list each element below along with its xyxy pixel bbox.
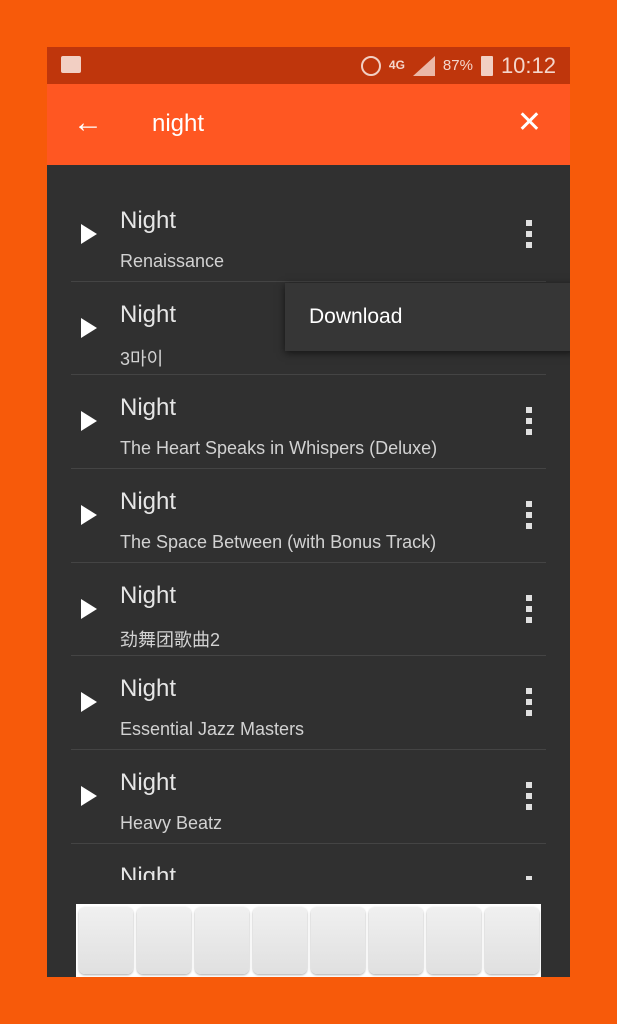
search-app-bar: ← night ✕ bbox=[47, 84, 570, 165]
list-item[interactable]: Night Essential Jazz Masters bbox=[71, 656, 546, 751]
song-title: Night bbox=[120, 300, 177, 328]
clock: 10:12 bbox=[500, 52, 556, 78]
phone-screen: 4G 87% 10:12 ← night ✕ Night Renaissance… bbox=[47, 47, 570, 977]
song-title: Night bbox=[120, 394, 177, 422]
more-vert-icon[interactable] bbox=[526, 501, 532, 530]
close-icon[interactable]: ✕ bbox=[517, 106, 542, 140]
more-vert-icon[interactable] bbox=[526, 220, 532, 248]
song-title: Night bbox=[120, 581, 177, 609]
play-icon[interactable] bbox=[81, 505, 97, 526]
network-type: 4G bbox=[388, 58, 405, 72]
key-strip bbox=[76, 904, 541, 977]
list-item[interactable]: Night Renaissance bbox=[71, 188, 546, 282]
play-icon[interactable] bbox=[81, 224, 97, 244]
status-bar: 4G 87% 10:12 bbox=[47, 47, 570, 84]
album-name: 3마이 bbox=[120, 348, 164, 369]
play-icon[interactable] bbox=[81, 411, 97, 432]
key[interactable] bbox=[311, 907, 365, 974]
song-title: Night bbox=[120, 207, 177, 234]
album-name: 劲舞团歌曲2 bbox=[120, 629, 221, 650]
list-item[interactable]: Night The Space Between (with Bonus Trac… bbox=[71, 469, 546, 563]
key[interactable] bbox=[79, 907, 133, 974]
shopping-bag-icon bbox=[61, 56, 81, 73]
key[interactable] bbox=[369, 907, 423, 974]
more-vert-icon[interactable] bbox=[526, 407, 532, 436]
song-title: Night bbox=[120, 488, 177, 516]
battery-percent: 87% bbox=[442, 57, 473, 74]
alarm-icon bbox=[360, 55, 381, 76]
album-name: Heavy Beatz bbox=[120, 813, 223, 834]
more-vert-icon[interactable] bbox=[526, 782, 532, 811]
play-icon[interactable] bbox=[81, 692, 97, 713]
list-item[interactable]: Night Heavy Beatz bbox=[71, 750, 546, 844]
key[interactable] bbox=[485, 907, 539, 974]
key[interactable] bbox=[195, 907, 249, 974]
key[interactable] bbox=[137, 907, 191, 974]
play-icon[interactable] bbox=[81, 317, 97, 338]
song-title: Night bbox=[120, 769, 177, 797]
menu-item-download[interactable]: Download bbox=[309, 305, 551, 329]
battery-icon bbox=[480, 55, 493, 76]
list-item[interactable]: Night The Heart Speaks in Whispers (Delu… bbox=[71, 375, 546, 470]
more-vert-icon[interactable] bbox=[526, 875, 532, 880]
signal-icon bbox=[412, 55, 435, 76]
album-name: The Space Between (with Bonus Track) bbox=[120, 532, 437, 553]
play-icon[interactable] bbox=[81, 598, 97, 619]
key[interactable] bbox=[427, 907, 481, 974]
more-vert-icon[interactable] bbox=[526, 594, 532, 623]
album-name: Renaissance bbox=[120, 251, 225, 271]
song-title: Night bbox=[120, 862, 177, 880]
list-item[interactable]: Night bbox=[71, 844, 546, 880]
arrow-left-icon[interactable]: ← bbox=[73, 106, 103, 140]
play-icon[interactable] bbox=[81, 786, 97, 807]
search-input[interactable]: night bbox=[152, 110, 204, 138]
overflow-menu: Download bbox=[285, 283, 570, 351]
list-item[interactable]: Night 劲舞团歌曲2 bbox=[71, 563, 546, 657]
more-vert-icon[interactable] bbox=[526, 688, 532, 717]
song-title: Night bbox=[120, 675, 177, 703]
album-name: The Heart Speaks in Whispers (Deluxe) bbox=[120, 438, 438, 459]
album-name: Essential Jazz Masters bbox=[120, 719, 305, 740]
key[interactable] bbox=[253, 907, 307, 974]
